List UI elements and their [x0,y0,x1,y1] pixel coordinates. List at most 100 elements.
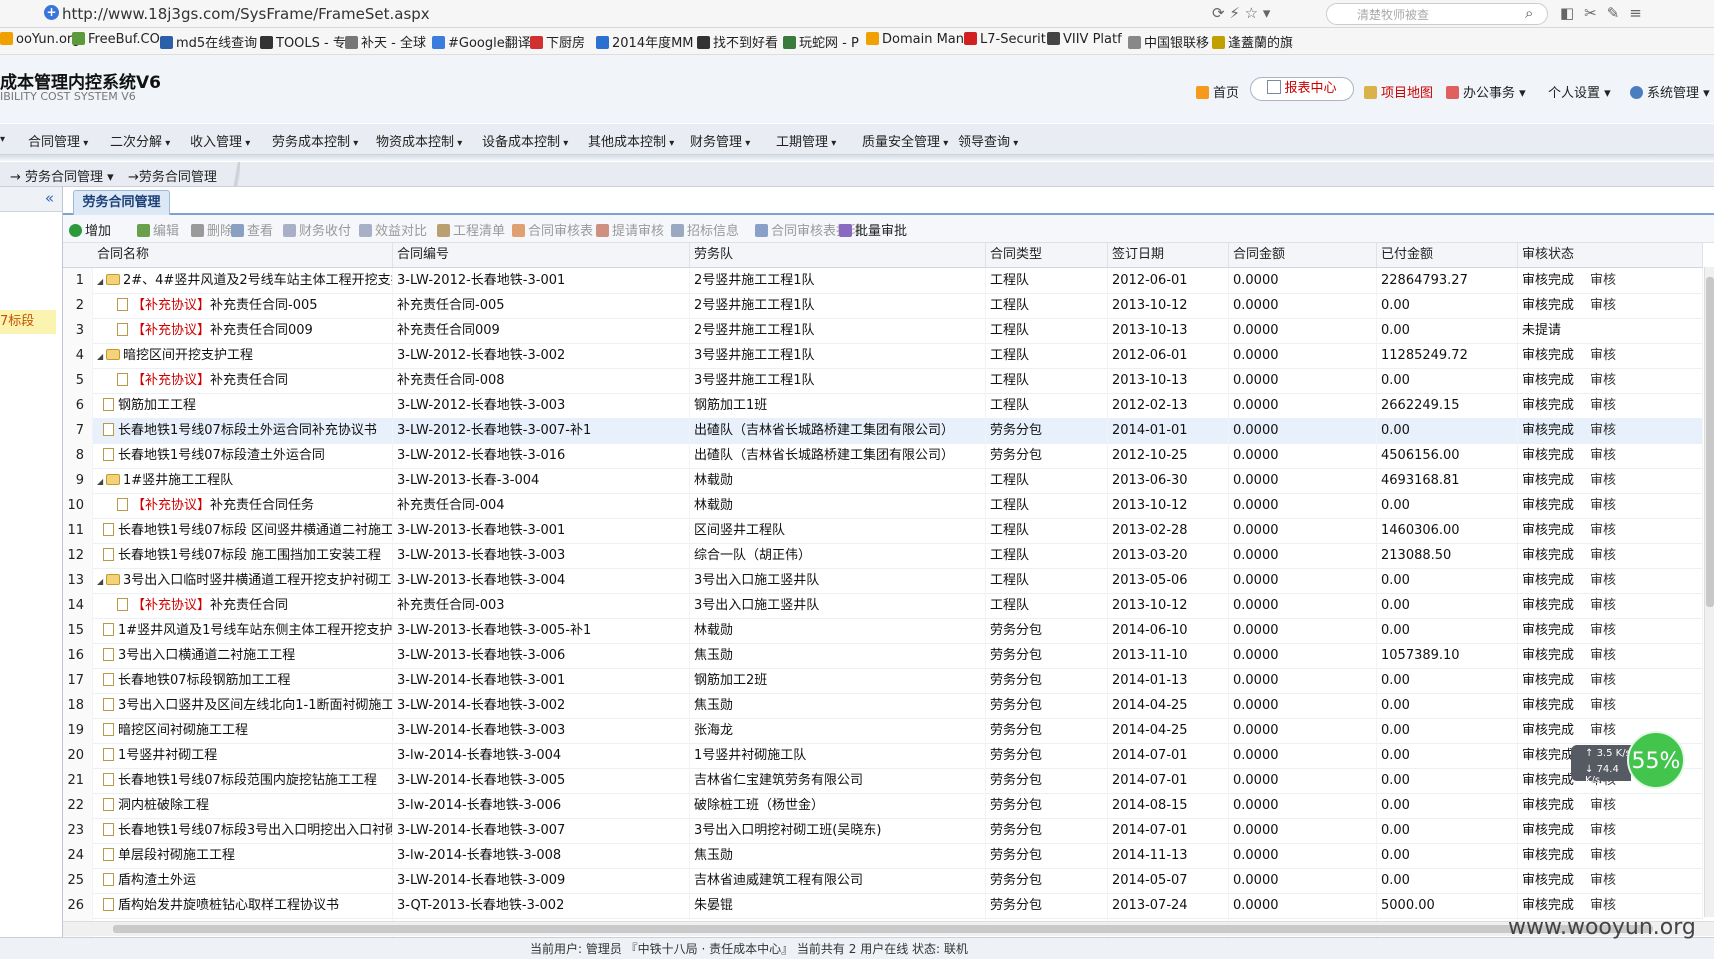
horizontal-scrollbar[interactable] [63,921,1714,936]
menu-item[interactable]: 物资成本控制 [376,131,462,150]
toolbar-button[interactable]: 查看 [231,220,273,239]
new-tab-icon[interactable]: + [44,5,59,20]
contract-name-cell[interactable]: 【补充协议】补充责任合同009 [93,318,393,343]
menu-item[interactable]: 收入管理 [190,131,250,150]
bookmark-item[interactable]: FreeBuf.CO [72,32,160,47]
bookmark-item[interactable]: ooYun.org [0,32,80,47]
audit-link[interactable]: 审核 [1590,373,1616,388]
contract-name-cell[interactable]: 【补充协议】补充责任合同-005 [93,293,393,318]
url-field[interactable]: http://www.18j3gs.com/SysFrame/FrameSet.… [62,5,430,23]
search-icon[interactable]: ⌕ [1525,4,1533,22]
nav-home[interactable]: 首页 [1196,82,1239,101]
browser-extension-icons[interactable]: ◧✂✎≡ [1560,4,1652,22]
audit-link[interactable]: 审核 [1590,473,1616,488]
menu-item[interactable]: 劳务成本控制 [272,131,358,150]
contract-name-cell[interactable]: 【补充协议】补充责任合同任务 [93,493,393,518]
bookmark-item[interactable]: 逢蓋蘭的旗 [1212,32,1293,51]
table-row[interactable]: 25 盾构渣土外运 3-LW-2014-长春地铁-3-009 吉林省迪威建筑工程有限公… [63,868,1703,894]
vertical-scroll-thumb[interactable] [1706,277,1714,607]
audit-link[interactable]: 审核 [1590,423,1616,438]
toolbar-button[interactable]: 编辑 [137,220,179,239]
contract-name-cell[interactable]: 长春地铁1号线07标段土外运合同补充协议书 [93,418,393,443]
toolbar-button[interactable]: 招标信息 [671,220,739,239]
menu-item[interactable]: 财务管理 [690,131,750,150]
breadcrumb-item-1[interactable]: → 劳务合同管理 ▾ [10,166,114,185]
contract-name-cell[interactable]: 盾构渣土外运 [93,868,393,893]
table-row[interactable]: 26 盾构始发井旋喷桩钻心取样工程协议书 3-QT-2013-长春地铁-3-002 朱… [63,893,1703,919]
table-row[interactable]: 21 长春地铁1号线07标段范围内旋挖钻施工工程 3-LW-2014-长春地铁-3-… [63,768,1703,794]
breadcrumb-item-2[interactable]: →劳务合同管理 [128,166,217,185]
bookmark-item[interactable]: L7-Securit [964,32,1046,47]
menu-item[interactable]: 其他成本控制 [588,131,674,150]
column-header[interactable]: 合同类型 [986,243,1108,267]
audit-link[interactable]: 审核 [1590,573,1616,588]
contract-name-cell[interactable]: 洞内桩破除工程 [93,793,393,818]
column-header[interactable]: 劳务队 [690,243,986,267]
audit-link[interactable]: 审核 [1590,873,1616,888]
table-row[interactable]: 20 1号竖井衬砌工程 3-lw-2014-长春地铁-3-004 1号竖井衬砌施工队劳… [63,743,1703,769]
contract-name-cell[interactable]: ◢ 1#竖井施工工程队 [93,468,393,493]
audit-link[interactable]: 审核 [1590,673,1616,688]
column-header[interactable]: 签订日期 [1108,243,1229,267]
menu-item[interactable]: 合同管理 [28,131,88,150]
audit-link[interactable]: 审核 [1590,298,1616,313]
table-row[interactable]: 15 1#竖井风道及1号线车站东侧主体工程开挖支护 3-LW-2013-长春地铁-3… [63,618,1703,644]
audit-link[interactable]: 审核 [1590,448,1616,463]
audit-link[interactable]: 审核 [1590,823,1616,838]
audit-link[interactable]: 审核 [1590,348,1616,363]
table-row[interactable]: 5 【补充协议】补充责任合同 补充责任合同-008 3号竖井施工工程1队 工程队 2013… [63,368,1703,394]
table-row[interactable]: 22 洞内桩破除工程 3-lw-2014-长春地铁-3-006 破除桩工班（杨世金）劳… [63,793,1703,819]
audit-link[interactable]: 审核 [1590,648,1616,663]
nav-office[interactable]: 办公事务 ▾ [1446,82,1526,101]
bookmark-item[interactable]: VIIV Platf [1047,32,1122,47]
table-row[interactable]: 24 单层段衬砌施工工程 3-lw-2014-长春地铁-3-008 焦玉勋 劳务分包 20… [63,843,1703,869]
table-row[interactable]: 19 暗挖区间衬砌施工工程 3-LW-2014-长春地铁-3-003 张海龙 劳务分包 2… [63,718,1703,744]
toolbar-button[interactable]: 提请审核 [596,220,664,239]
browser-search-box[interactable]: 清楚牧师被查 ⌕ [1326,3,1548,25]
audit-link[interactable]: 审核 [1590,698,1616,713]
column-header[interactable]: 已付金额 [1377,243,1518,267]
contract-name-cell[interactable]: 盾构始发井旋喷桩钻心取样工程协议书 [93,893,393,918]
bookmark-item[interactable]: 下厨房 [530,32,585,51]
table-row[interactable]: 9 ◢ 1#竖井施工工程队 3-LW-2013-长春-3-004 林载勋 工程队 2013-… [63,468,1703,494]
nav-project-map[interactable]: 项目地图 [1364,82,1433,101]
table-row[interactable]: 4 ◢ 暗挖区间开挖支护工程 3-LW-2012-长春地铁-3-002 3号竖井施工工程… [63,343,1703,369]
toolbar-button[interactable]: 批量审批 [839,220,907,239]
collapse-triangle-icon[interactable]: ◢ [97,469,106,493]
contract-name-cell[interactable]: ◢ 暗挖区间开挖支护工程 [93,343,393,368]
contract-name-cell[interactable]: 单层段衬砌施工工程 [93,843,393,868]
vertical-scrollbar[interactable] [1704,267,1714,917]
table-row[interactable]: 23 长春地铁1号线07标段3号出入口明挖出入口衬砌 3-LW-2014-长春地铁-… [63,818,1703,844]
audit-link[interactable]: 审核 [1590,898,1616,913]
table-row[interactable]: 17 长春地铁07标段钢筋加工工程 3-LW-2014-长春地铁-3-001 钢筋加工… [63,668,1703,694]
menu-item[interactable]: 质量安全管理 [862,131,948,150]
network-speed-widget[interactable]: ↑ 3.5 K/s ↓ 74.4 K/s 55% [1571,731,1689,789]
contract-name-cell[interactable]: 长春地铁1号线07标段 区间竖井横通道二衬施工 [93,518,393,543]
audit-link[interactable]: 审核 [1590,273,1616,288]
tab-labor-contract[interactable]: 劳务合同管理 [73,190,170,215]
bookmark-item[interactable]: 玩蛇网 - P [783,32,859,51]
contract-name-cell[interactable]: 长春地铁1号线07标段 施工围挡加工安装工程 [93,543,393,568]
toolbar-button[interactable]: 效益对比 [359,220,427,239]
audit-link[interactable]: 审核 [1590,798,1616,813]
contract-name-cell[interactable]: 1#竖井风道及1号线车站东侧主体工程开挖支护 [93,618,393,643]
table-row[interactable]: 3 【补充协议】补充责任合同009 补充责任合同009 2号竖井施工工程1队 工程队 20… [63,318,1703,344]
bookmark-item[interactable]: 补天 - 全球 [345,32,426,51]
column-header[interactable]: 审核状态 [1518,243,1703,267]
table-row[interactable]: 7 长春地铁1号线07标段土外运合同补充协议书 3-LW-2012-长春地铁-3-0… [63,418,1703,444]
bookmark-item[interactable]: 找不到好看 [697,32,778,51]
report-center-button[interactable]: 报表中心 [1250,77,1354,101]
contract-name-cell[interactable]: 3号出入口竖井及区间左线北向1-1断面衬砌施工 [93,693,393,718]
contract-name-cell[interactable]: ◢ 3号出入口临时竖井横通道工程开挖支护衬砌工程 [93,568,393,593]
table-row[interactable]: 8 长春地铁1号线07标段渣土外运合同 3-LW-2012-长春地铁-3-016 出碴… [63,443,1703,469]
toolbar-button[interactable]: 合同审核表 [512,220,593,239]
table-row[interactable]: 2 【补充协议】补充责任合同-005 补充责任合同-005 2号竖井施工工程1队 工程队… [63,293,1703,319]
table-row[interactable]: 16 3号出入口横通道二衬施工工程 3-LW-2013-长春地铁-3-006 焦玉勋劳… [63,643,1703,669]
table-row[interactable]: 11 长春地铁1号线07标段 区间竖井横通道二衬施工 3-LW-2013-长春地铁-… [63,518,1703,544]
contract-name-cell[interactable]: 【补充协议】补充责任合同 [93,593,393,618]
nav-personal[interactable]: 个人设置 ▾ [1548,82,1611,101]
column-header[interactable]: 合同金额 [1229,243,1377,267]
toolbar-button[interactable]: 财务收付 [283,220,351,239]
collapse-triangle-icon[interactable]: ◢ [97,569,106,593]
audit-link[interactable]: 审核 [1590,848,1616,863]
